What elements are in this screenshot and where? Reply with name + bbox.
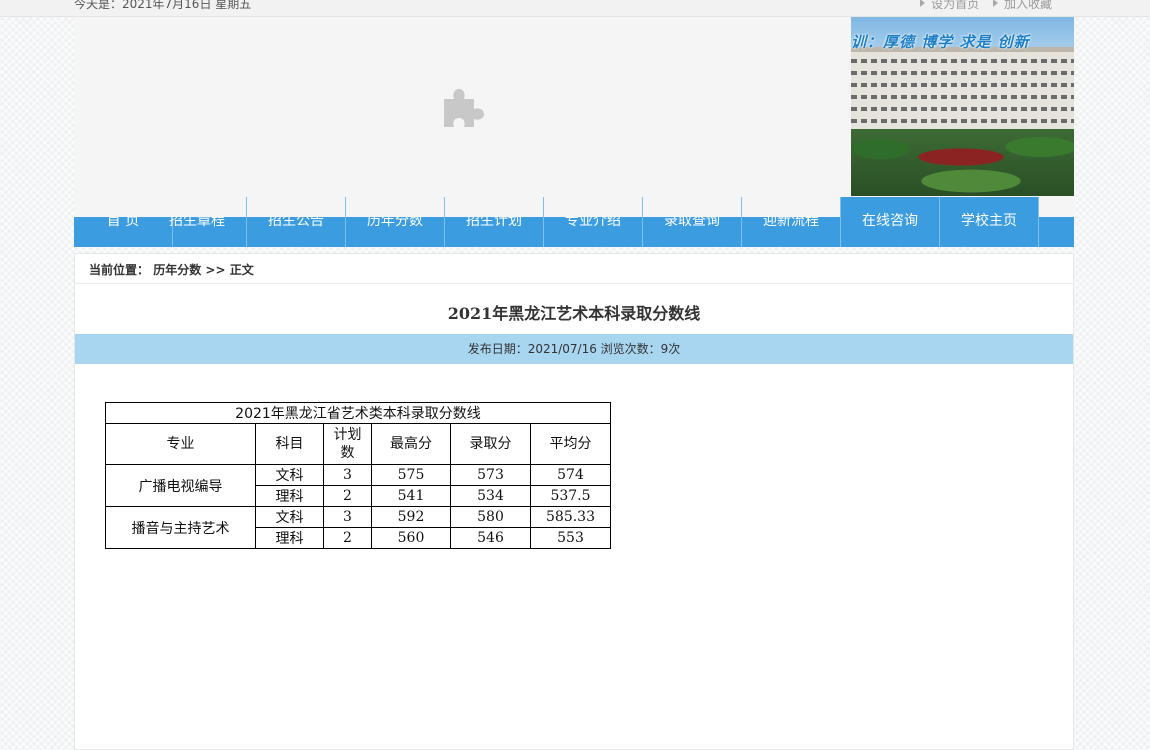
admit-cell: 580 [450,506,531,528]
major-cell: 播音与主持艺术 [105,506,256,549]
avg-cell: 537.5 [530,485,611,507]
max-cell: 560 [371,527,451,549]
table-row: 广播电视编导 文科 3 575 573 574 [105,464,611,507]
header: 训：厚德 博学 求是 创新 [74,17,1074,217]
puzzle-plugin-icon [442,85,486,133]
banner-motto: 训：厚德 博学 求是 创新 [851,33,1030,51]
nav-label: 在线咨询 [862,213,918,229]
nav-item-announcements[interactable]: 招生公告 [247,197,346,247]
score-table: 2021年黑龙江省艺术类本科录取分数线 专业 科目 计划数 最高分 录取分 平均… [105,402,611,549]
header-plan-line2: 数 [340,445,355,461]
triangle-bullet-icon [992,0,998,7]
plan-cell: 3 [323,506,372,528]
nav-item-past-scores[interactable]: 历年分数 [346,197,445,247]
subject-cell: 理科 [255,527,324,549]
avg-cell: 553 [530,527,611,549]
plan-cell: 2 [323,527,372,549]
campus-building [851,47,1074,132]
header-subject: 科目 [255,423,324,465]
admit-cell: 546 [450,527,531,549]
breadcrumb: 当前位置： 历年分数 >> 正文 [89,261,254,278]
top-bar: 今天是：2021年7月16日 星期五 设为首页 加入收藏 [0,0,1150,17]
header-admit: 录取分 [450,423,531,465]
avg-cell: 585.33 [530,506,611,528]
campus-banner-image: 训：厚德 博学 求是 创新 [851,17,1074,196]
table-header-row: 专业 科目 计划数 最高分 录取分 平均分 [105,423,611,465]
content-panel: 当前位置： 历年分数 >> 正文 2021年黑龙江艺术本科录取分数线 发布日期：… [74,253,1074,750]
nav-item-majors[interactable]: 专业介绍 [544,197,643,247]
max-cell: 541 [371,485,451,507]
triangle-bullet-icon [920,0,926,7]
breadcrumb-separator: >> [205,263,226,277]
header-plan-line1: 计划 [333,427,362,443]
nav-item-welcome-process[interactable]: 迎新流程 [742,197,841,247]
garden-foreground [851,129,1074,196]
header-major: 专业 [105,423,256,465]
table-caption: 2021年黑龙江省艺术类本科录取分数线 [105,402,611,424]
set-homepage-link[interactable]: 设为首页 [920,0,979,11]
subject-cell: 文科 [255,464,324,486]
nav-label: 学校主页 [961,213,1017,229]
max-cell: 592 [371,506,451,528]
set-homepage-label: 设为首页 [931,0,980,11]
admit-cell: 534 [450,485,531,507]
plan-cell: 3 [323,464,372,486]
nav-item-school-home[interactable]: 学校主页 [940,197,1039,247]
max-cell: 575 [371,464,451,486]
subject-cell: 理科 [255,485,324,507]
nav-item-online-consult[interactable]: 在线咨询 [841,197,940,247]
nav-item-admission-query[interactable]: 录取查询 [643,197,742,247]
header-max: 最高分 [371,423,451,465]
divider [75,283,1073,284]
breadcrumb-section-link[interactable]: 历年分数 [153,263,201,277]
plan-cell: 2 [323,485,372,507]
breadcrumb-prefix: 当前位置： [89,263,150,277]
major-cell: 广播电视编导 [105,464,256,507]
current-date: 今天是：2021年7月16日 星期五 [74,0,252,11]
avg-cell: 574 [530,464,611,486]
top-links: 设为首页 加入收藏 [910,0,1052,12]
add-favorite-link[interactable]: 加入收藏 [992,0,1052,11]
breadcrumb-current: 正文 [229,263,254,277]
subject-cell: 文科 [255,506,324,528]
page-title: 2021年黑龙江艺术本科录取分数线 [447,304,701,323]
article-meta: 发布日期：2021/07/16 浏览次数：9次 [75,334,1073,364]
add-favorite-label: 加入收藏 [1003,0,1052,11]
header-plan: 计划数 [323,423,372,465]
nav-item-admission-rules[interactable]: 招生章程 [148,197,247,247]
header-avg: 平均分 [530,423,611,465]
table-row: 播音与主持艺术 文科 3 592 580 585.33 [105,506,611,549]
main-nav: 首 页 招生章程 招生公告 历年分数 招生计划 专业介绍 录取查询 迎新流程 在… [74,197,1074,247]
nav-item-enrollment-plan[interactable]: 招生计划 [445,197,544,247]
admit-cell: 573 [450,464,531,486]
